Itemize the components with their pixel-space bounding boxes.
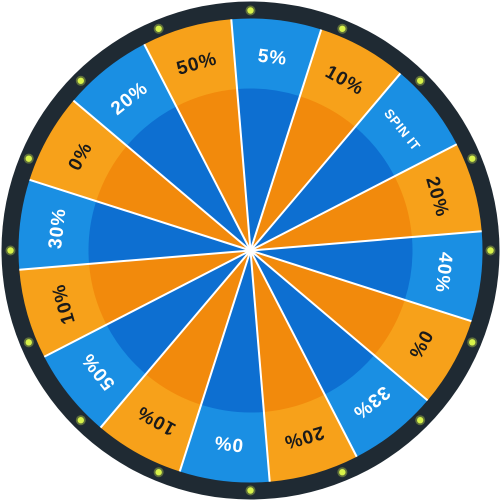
rim-light xyxy=(417,77,424,84)
rim-light xyxy=(155,25,162,32)
rim-light xyxy=(155,469,162,476)
rim-light xyxy=(25,339,32,346)
rim-light xyxy=(469,339,476,346)
rim-light xyxy=(247,7,254,14)
rim-light xyxy=(417,417,424,424)
rim-light xyxy=(339,469,346,476)
segment-label: 0% xyxy=(213,431,245,455)
segment-label: 5% xyxy=(257,46,289,70)
rim-light xyxy=(247,487,254,494)
rim-light xyxy=(77,77,84,84)
rim-light xyxy=(77,417,84,424)
rim-light xyxy=(487,247,494,254)
rim-light xyxy=(7,247,14,254)
rim-light xyxy=(25,155,32,162)
wheel-svg[interactable]: 5%10%SPIN IT20%40%0%33%20%0%10%50%10%30%… xyxy=(0,0,501,501)
rim-light xyxy=(339,25,346,32)
prize-wheel[interactable]: 5% 10% SPIN IT 20% 40% 0% 33% 20% 0% 10% 50% 10% 30%… xyxy=(0,0,501,501)
rim-light xyxy=(469,155,476,162)
